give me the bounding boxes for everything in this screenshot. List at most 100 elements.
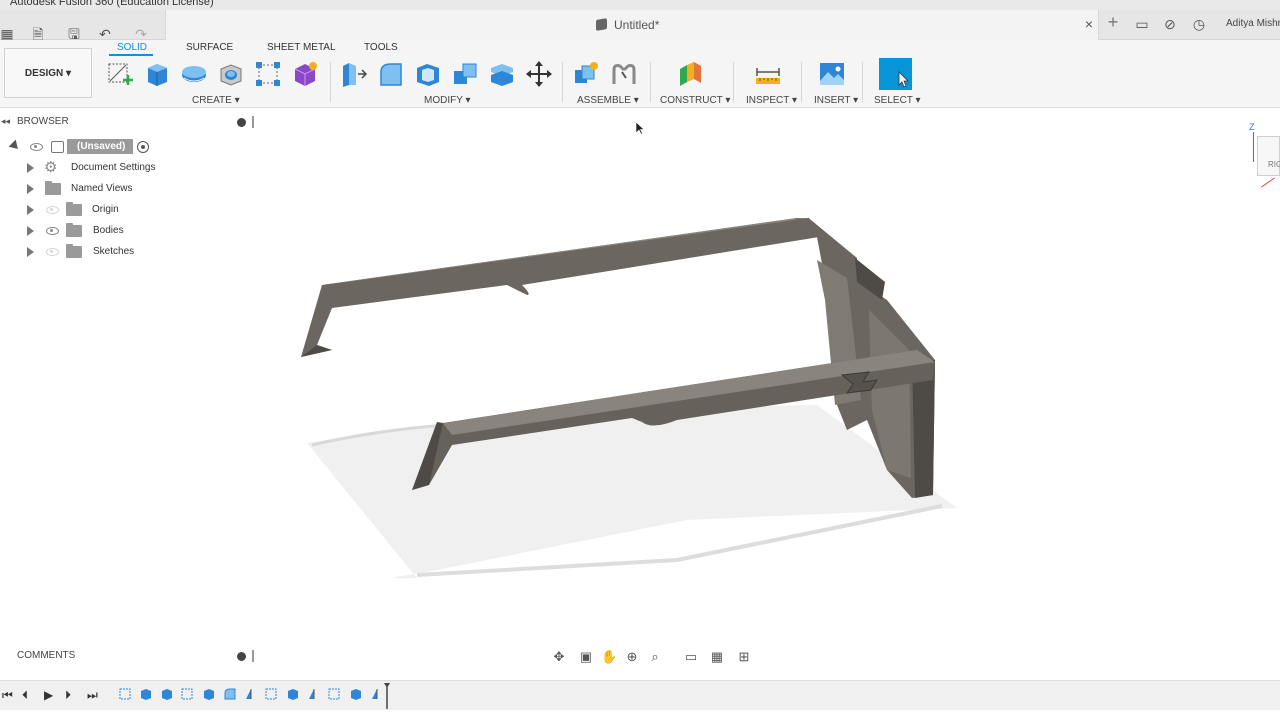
timeline-extrude-icon[interactable] xyxy=(160,687,174,701)
panel-pin-icon[interactable] xyxy=(252,116,254,128)
move-copy-icon[interactable] xyxy=(525,60,553,88)
joint-icon[interactable] xyxy=(610,60,638,88)
browser-root[interactable]: (Unsaved) xyxy=(0,137,257,157)
tab-surface[interactable]: SURFACE xyxy=(186,42,233,53)
timeline-marker[interactable] xyxy=(384,683,390,709)
browser-item-label: Bodies xyxy=(93,225,124,236)
zoom-icon[interactable]: ⊕ xyxy=(624,649,640,665)
visibility-eye-icon[interactable] xyxy=(46,206,59,214)
play-icon[interactable]: ▶ xyxy=(44,688,53,702)
mouse-cursor-icon xyxy=(635,121,645,135)
step-forward-icon[interactable]: ⏵ xyxy=(65,688,71,703)
expand-triangle-icon[interactable] xyxy=(27,226,34,236)
x-axis-line xyxy=(1261,177,1275,188)
timeline-fillet-icon[interactable] xyxy=(223,687,237,701)
display-settings-icon[interactable]: ▭ xyxy=(683,649,699,665)
expand-triangle-icon[interactable] xyxy=(27,163,34,173)
combine-icon[interactable] xyxy=(451,60,479,88)
job-status-icon[interactable]: ▭ xyxy=(1134,16,1150,32)
select-icon[interactable] xyxy=(879,58,912,90)
viewports-icon[interactable]: ⊞ xyxy=(736,649,752,665)
timeline-mirror-icon[interactable] xyxy=(370,687,384,701)
document-cube-icon xyxy=(596,18,607,31)
offset-plane-icon[interactable] xyxy=(677,60,705,88)
inspect-menu[interactable]: INSPECT ▾ xyxy=(746,95,797,106)
visibility-eye-icon[interactable] xyxy=(46,248,59,256)
hole-icon[interactable] xyxy=(217,60,245,88)
view-cube-face-label: RIG xyxy=(1268,160,1280,169)
timeline-mirror-icon[interactable] xyxy=(244,687,258,701)
go-to-end-icon[interactable]: ⏭ xyxy=(87,688,98,703)
timeline-sketch-icon[interactable] xyxy=(265,687,279,701)
measure-icon[interactable] xyxy=(754,60,782,88)
modify-menu[interactable]: MODIFY ▾ xyxy=(424,95,471,106)
new-component-icon[interactable] xyxy=(572,60,600,88)
workspace-switcher[interactable]: DESIGN ▾ xyxy=(4,48,92,98)
folder-icon xyxy=(66,244,82,258)
tab-solid[interactable]: SOLID xyxy=(117,42,147,53)
timeline-sketch-icon[interactable] xyxy=(181,687,195,701)
assemble-menu[interactable]: ASSEMBLE ▾ xyxy=(577,95,639,106)
extrude-icon[interactable] xyxy=(143,60,171,88)
fillet-icon[interactable] xyxy=(377,60,405,88)
document-icon xyxy=(51,141,64,153)
document-tab[interactable]: Untitled* × xyxy=(165,10,1099,40)
folder-icon xyxy=(45,181,61,195)
browser-item-bodies[interactable]: Bodies xyxy=(0,221,257,241)
construct-menu[interactable]: CONSTRUCT ▾ xyxy=(660,95,730,106)
timeline-extrude-icon[interactable] xyxy=(349,687,363,701)
fit-icon[interactable]: ⌕ xyxy=(647,649,663,665)
timeline-extrude-icon[interactable] xyxy=(139,687,153,701)
view-cube[interactable]: Z RIG xyxy=(1244,122,1280,202)
visibility-eye-icon[interactable] xyxy=(30,143,43,151)
timeline-sketch-icon[interactable] xyxy=(328,687,342,701)
view-cube-face[interactable] xyxy=(1257,136,1280,176)
create-sketch-icon[interactable] xyxy=(106,60,134,88)
new-tab-icon[interactable]: + xyxy=(1104,13,1122,31)
expand-triangle-icon[interactable] xyxy=(27,247,34,257)
create-menu[interactable]: CREATE ▾ xyxy=(192,95,240,106)
timeline-mirror-icon[interactable] xyxy=(307,687,321,701)
insert-image-icon[interactable] xyxy=(818,60,846,88)
tab-tools[interactable]: TOOLS xyxy=(364,42,398,53)
browser-item-sketches[interactable]: Sketches xyxy=(0,242,257,262)
extensions-icon[interactable]: ⊘ xyxy=(1162,16,1178,32)
close-tab-icon[interactable]: × xyxy=(1085,16,1093,32)
browser-options-icon[interactable] xyxy=(237,118,246,127)
collapse-arrows-icon[interactable]: ◂◂ xyxy=(1,116,10,127)
add-comment-icon[interactable] xyxy=(237,652,246,661)
select-menu[interactable]: SELECT ▾ xyxy=(874,95,921,106)
browser-panel-header[interactable]: ◂◂ BROWSER xyxy=(0,115,257,130)
shell-icon[interactable] xyxy=(414,60,442,88)
orbit-icon[interactable]: ✥ xyxy=(551,649,567,665)
press-pull-icon[interactable] xyxy=(340,60,368,88)
create-form-icon[interactable] xyxy=(291,60,319,88)
visibility-eye-icon[interactable] xyxy=(46,227,59,235)
go-to-start-icon[interactable]: ⏮ xyxy=(2,688,13,703)
step-back-icon[interactable]: ⏴ xyxy=(22,688,28,703)
look-at-icon[interactable]: ▣ xyxy=(578,649,594,665)
browser-item-document-settings[interactable]: ⚙ Document Settings xyxy=(0,158,257,178)
3d-viewport[interactable] xyxy=(257,110,1280,670)
revolve-icon[interactable] xyxy=(180,60,208,88)
browser-item-named-views[interactable]: Named Views xyxy=(0,179,257,199)
panel-pin-icon[interactable] xyxy=(252,650,254,662)
expanded-triangle-icon[interactable] xyxy=(8,139,22,153)
pattern-icon[interactable] xyxy=(254,60,282,88)
window-title-bar: Autodesk Fusion 360 (Education License) xyxy=(0,0,1280,10)
pan-icon[interactable]: ✋ xyxy=(601,649,617,665)
split-body-icon[interactable] xyxy=(488,60,516,88)
insert-menu[interactable]: INSERT ▾ xyxy=(814,95,858,106)
history-icon[interactable]: ◷ xyxy=(1191,16,1207,32)
tab-sheet-metal[interactable]: SHEET METAL xyxy=(267,42,336,53)
comments-panel-header[interactable]: COMMENTS xyxy=(0,648,257,664)
user-account[interactable]: Aditya Mishr xyxy=(1226,18,1280,29)
expand-triangle-icon[interactable] xyxy=(27,205,34,215)
grid-settings-icon[interactable]: ▦ xyxy=(709,649,725,665)
timeline-extrude-icon[interactable] xyxy=(202,687,216,701)
timeline-extrude-icon[interactable] xyxy=(286,687,300,701)
timeline-sketch-icon[interactable] xyxy=(119,687,133,701)
navigation-bar: ✥ ▣ ✋ ⊕ ⌕ ▭ ▦ ⊞ xyxy=(548,647,768,667)
expand-triangle-icon[interactable] xyxy=(27,184,34,194)
browser-item-origin[interactable]: Origin xyxy=(0,200,257,220)
